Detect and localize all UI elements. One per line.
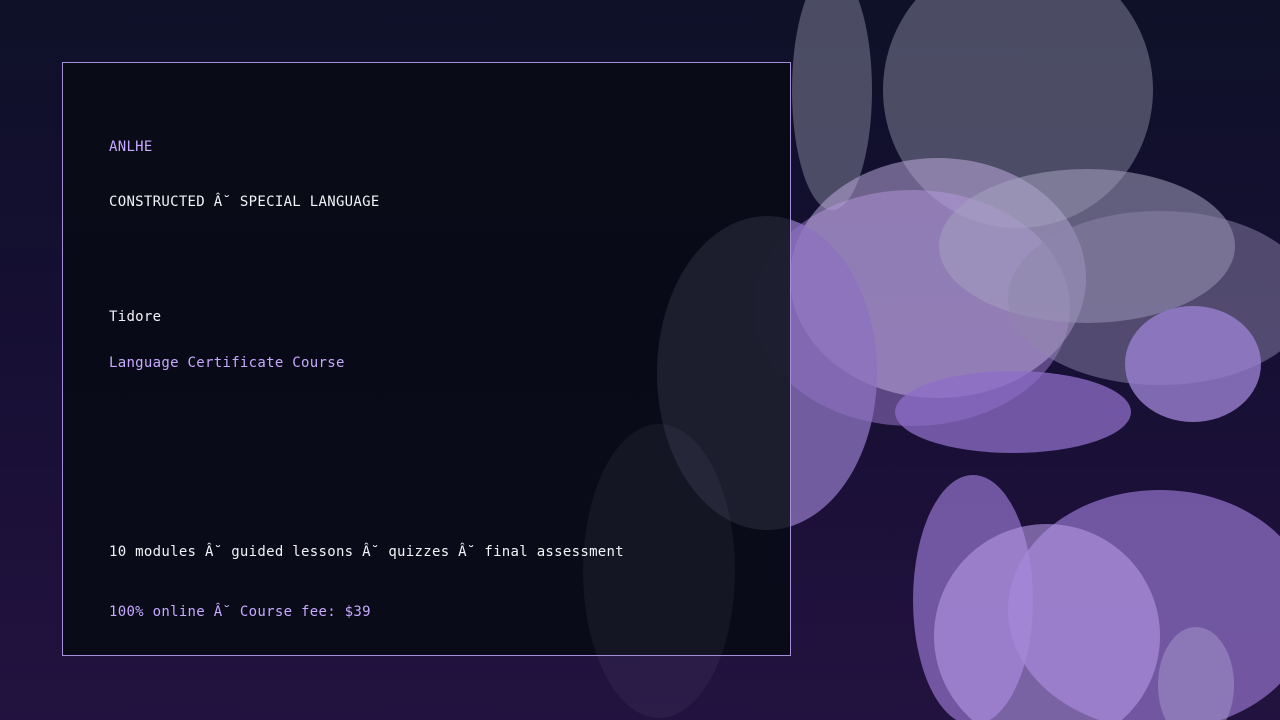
- brand-label: ANLHE: [109, 139, 153, 155]
- bubble: [895, 371, 1131, 453]
- course-pricing: 100% online Â˘ Course fee: $39: [109, 604, 371, 620]
- course-name: Tidore: [109, 309, 162, 325]
- category-subtitle: CONSTRUCTED Â˘ SPECIAL LANGUAGE: [109, 194, 380, 210]
- bubble: [1125, 306, 1261, 422]
- course-type: Language Certificate Course: [109, 355, 345, 371]
- course-details: 10 modules Â˘ guided lessons Â˘ quizzes …: [109, 544, 624, 560]
